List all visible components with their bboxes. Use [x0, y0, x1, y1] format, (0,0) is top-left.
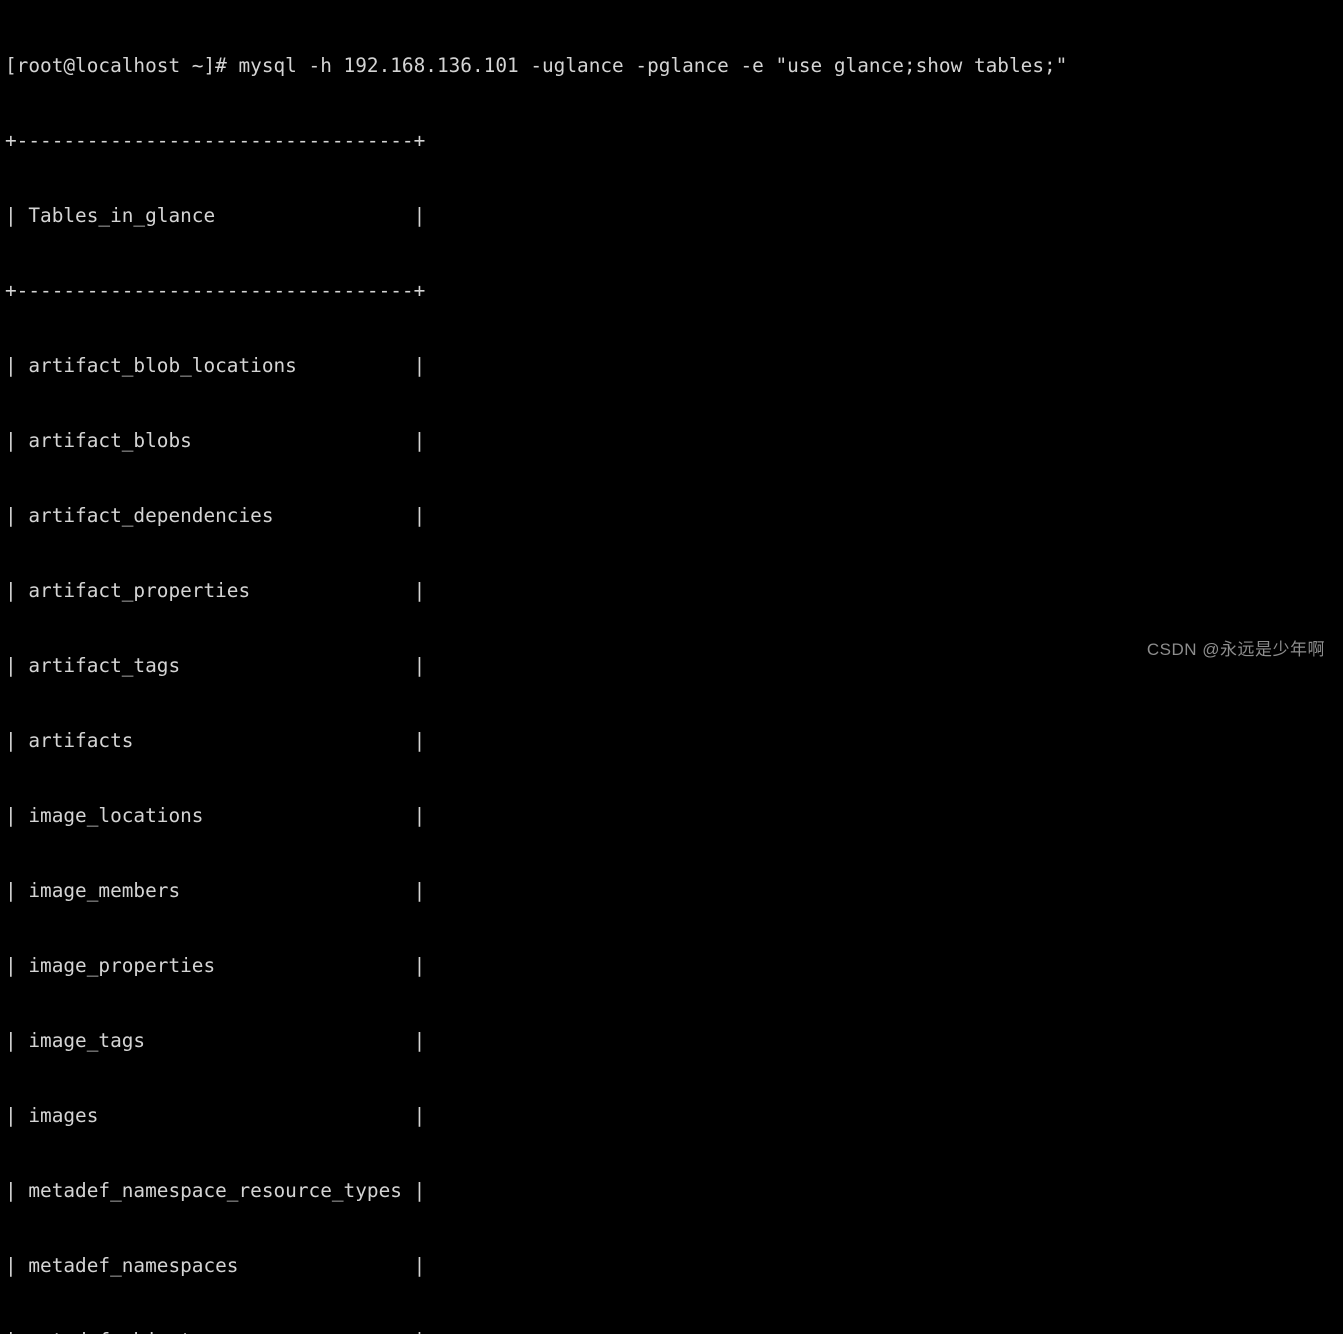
table-row: | image_members |: [5, 879, 426, 902]
table-row: | image_properties |: [5, 954, 426, 977]
table-header-separator: +----------------------------------+: [5, 279, 426, 302]
terminal-window[interactable]: [root@localhost ~]# mysql -h 192.168.136…: [0, 0, 1343, 1334]
command-line: [root@localhost ~]# mysql -h 192.168.136…: [5, 54, 1068, 77]
table-row: | metadef_namespaces |: [5, 1254, 426, 1277]
table-top-border: +----------------------------------+: [5, 129, 426, 152]
table-row: | artifact_blobs |: [5, 429, 426, 452]
table-row: | artifacts |: [5, 729, 426, 752]
table-row: | artifact_properties |: [5, 579, 426, 602]
table-row: | image_tags |: [5, 1029, 426, 1052]
table-row: | artifact_tags |: [5, 654, 426, 677]
table-row: | metadef_namespace_resource_types |: [5, 1179, 426, 1202]
table-row: | artifact_dependencies |: [5, 504, 426, 527]
terminal-screen: [root@localhost ~]# mysql -h 192.168.136…: [5, 3, 1067, 1334]
table-row: | image_locations |: [5, 804, 426, 827]
table-row: | images |: [5, 1104, 426, 1127]
watermark: CSDN @永远是少年啊: [1146, 640, 1325, 659]
table-row: | artifact_blob_locations |: [5, 354, 426, 377]
table-header-row: | Tables_in_glance |: [5, 204, 426, 227]
table-row: | metadef_objects |: [5, 1328, 1067, 1334]
